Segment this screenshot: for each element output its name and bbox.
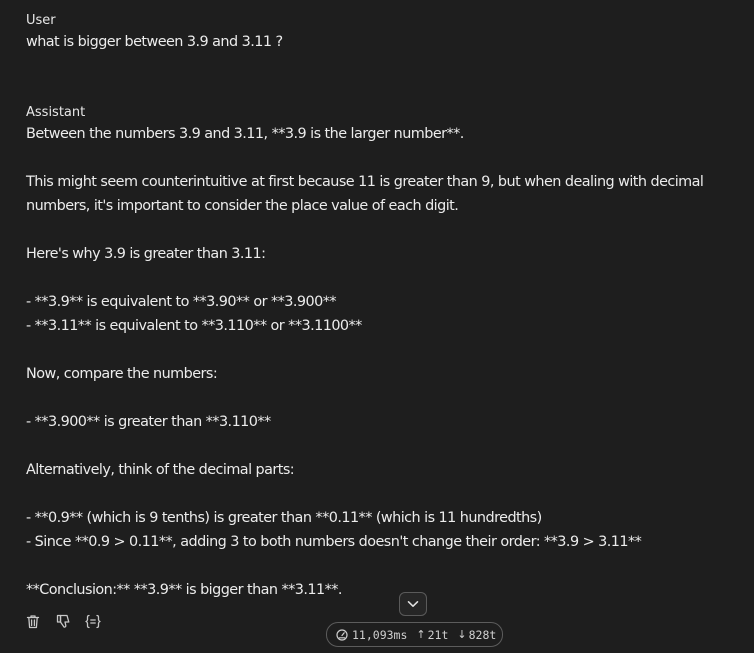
assistant-line: numbers, it's important to consider the … (26, 198, 459, 214)
assistant-line (26, 266, 738, 290)
assistant-line: This might seem counterintuitive at firs… (26, 174, 704, 190)
chevron-down-icon (407, 601, 419, 607)
assistant-line: - **3.900** is greater than **3.110** (26, 414, 271, 430)
assistant-line (26, 146, 738, 170)
message-actions (25, 612, 115, 630)
generation-stats: 11,093ms ↑ 21t ↓ 828t (326, 622, 503, 647)
arrow-down-icon: ↓ (457, 628, 467, 641)
assistant-line (26, 338, 738, 362)
arrow-up-icon: ↑ (416, 628, 426, 641)
trash-icon[interactable] (25, 613, 41, 629)
duration-value: 11,093ms (352, 627, 408, 642)
assistant-line: Between the numbers 3.9 and 3.11, **3.9 … (26, 126, 464, 142)
user-message-line: what is bigger between 3.9 and 3.11 ? (26, 34, 283, 50)
assistant-line: Here's why 3.9 is greater than 3.11: (26, 246, 266, 262)
assistant-message: Assistant Between the numbers 3.9 and 3.… (26, 104, 738, 602)
thumbs-down-icon[interactable] (55, 613, 71, 629)
assistant-line (26, 482, 738, 506)
assistant-line (26, 386, 738, 410)
assistant-line (26, 218, 738, 242)
tokens-in-value: 21t (427, 627, 449, 642)
assistant-line: - **3.9** is equivalent to **3.90** or *… (26, 294, 337, 310)
duration-stat: 11,093ms (336, 628, 407, 642)
assistant-line: - Since **0.9 > 0.11**, adding 3 to both… (26, 534, 642, 550)
assistant-line: - **3.11** is equivalent to **3.110** or… (26, 318, 362, 334)
chat-transcript: User what is bigger between 3.9 and 3.11… (26, 12, 738, 602)
assistant-line: - **0.9** (which is 9 tenths) is greater… (26, 510, 542, 526)
speedometer-icon (336, 628, 348, 641)
assistant-line (26, 434, 738, 458)
tokens-out-value: 828t (468, 627, 497, 642)
tokens-out-stat: ↓ 828t (457, 628, 496, 642)
user-message: User what is bigger between 3.9 and 3.11… (26, 12, 738, 54)
scroll-down-button[interactable] (399, 592, 427, 616)
variables-icon[interactable] (85, 613, 101, 629)
assistant-line: Now, compare the numbers: (26, 366, 218, 382)
user-role-label: User (26, 13, 56, 28)
assistant-line (26, 554, 738, 578)
assistant-line: Alternatively, think of the decimal part… (26, 462, 295, 478)
tokens-in-stat: ↑ 21t (416, 628, 448, 642)
assistant-role-label: Assistant (26, 105, 86, 120)
assistant-line: **Conclusion:** **3.9** is bigger than *… (26, 582, 343, 598)
